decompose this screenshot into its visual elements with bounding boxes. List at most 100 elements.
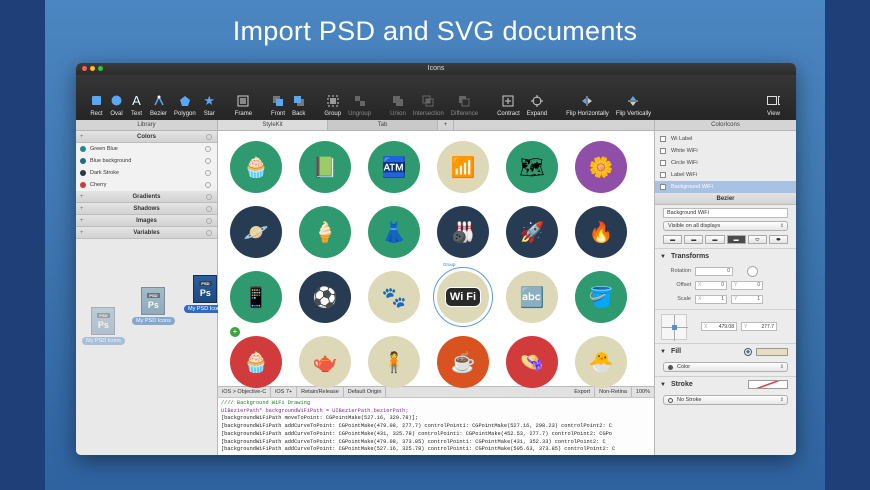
match-icon[interactable]: 🔥 xyxy=(575,206,627,258)
expand-button[interactable]: Expand xyxy=(527,94,547,117)
join-option[interactable]: ⬭ xyxy=(747,235,767,244)
ball-icon[interactable]: ⚽ xyxy=(299,271,351,323)
add-icon[interactable]: + xyxy=(80,194,84,200)
options-icon[interactable] xyxy=(205,158,211,164)
chick-icon[interactable]: 🐣 xyxy=(575,336,627,388)
wifi-label-icon[interactable]: Wi Fi xyxy=(433,267,493,327)
origin-select[interactable]: Default Origin xyxy=(344,387,387,397)
text-tool-button[interactable]: A Text xyxy=(130,93,143,117)
shadows-section-header[interactable]: + Shadows xyxy=(76,203,217,215)
ice-cream-icon[interactable]: 🍦 xyxy=(299,206,351,258)
star-tool-button[interactable]: ★ Star xyxy=(203,93,216,118)
zoom-button[interactable] xyxy=(98,66,103,71)
fill-type-select[interactable]: Color xyxy=(663,362,788,372)
zoom-level[interactable]: 100% xyxy=(632,387,654,397)
layer-item[interactable]: Wi Label xyxy=(655,133,796,145)
map-icon[interactable]: 🗺 xyxy=(506,141,558,193)
hat-icon[interactable]: 👒 xyxy=(506,336,558,388)
bucket-icon[interactable]: 🪣 xyxy=(575,271,627,323)
position-y-field[interactable]: Y 277.7 xyxy=(741,322,777,331)
target-select[interactable]: iOS 7+ xyxy=(271,387,298,397)
intersection-button[interactable]: Intersection xyxy=(413,94,444,117)
dragged-psd-file[interactable]: PSD Ps My PSD Icons xyxy=(82,307,125,345)
kettle-icon[interactable]: 🫖 xyxy=(299,336,351,388)
rocket-icon[interactable]: 🚀 xyxy=(506,206,558,258)
scale-x-field[interactable]: X1 xyxy=(695,294,727,304)
flip-horizontally-button[interactable]: Flip Horizontally xyxy=(566,94,609,117)
add-fill-icon[interactable]: ◆ xyxy=(744,347,752,356)
position-x-field[interactable]: X 479.08 xyxy=(701,322,737,331)
machine-icon[interactable]: 🏧 xyxy=(368,141,420,193)
options-icon[interactable] xyxy=(206,205,212,212)
options-icon[interactable] xyxy=(206,193,212,200)
memory-select[interactable]: Retain/Release xyxy=(297,387,344,397)
minimize-button[interactable] xyxy=(90,66,95,71)
options-icon[interactable] xyxy=(205,182,211,188)
add-icon[interactable]: + xyxy=(80,230,84,236)
color-item[interactable]: Green Blue xyxy=(76,143,217,155)
cap-option[interactable]: ▬ xyxy=(663,235,683,244)
color-well[interactable] xyxy=(756,347,788,356)
cup-icon[interactable]: ☕ xyxy=(437,336,489,388)
color-item[interactable]: Blue background xyxy=(76,155,217,167)
options-icon[interactable] xyxy=(206,133,212,140)
layer-item[interactable]: Label WiFi xyxy=(655,169,796,181)
add-icon[interactable]: + xyxy=(80,218,84,224)
difference-button[interactable]: Difference xyxy=(451,94,478,117)
rotation-field[interactable]: 0 xyxy=(695,266,733,276)
blocks-icon[interactable]: 🔤 xyxy=(506,271,558,323)
hand-flower-icon[interactable]: 🌼 xyxy=(575,141,627,193)
view-button[interactable]: View xyxy=(767,94,780,117)
gradients-section-header[interactable]: + Gradients xyxy=(76,191,217,203)
dragged-psd-file[interactable]: PSD Ps My PSD Icons xyxy=(132,287,175,325)
join-option[interactable]: ▬ xyxy=(726,235,746,244)
add-icon[interactable]: + xyxy=(80,134,84,140)
group-button[interactable]: Group xyxy=(324,94,341,117)
figure-icon[interactable]: 🧍 xyxy=(368,336,420,388)
planet-icon[interactable]: 🪐 xyxy=(230,206,282,258)
layer-item[interactable]: Circle WiFi xyxy=(655,157,796,169)
join-option[interactable]: ⬬ xyxy=(768,235,789,244)
rotation-knob-icon[interactable] xyxy=(747,265,758,277)
color-item[interactable]: Cherry xyxy=(76,179,217,191)
variables-section-header[interactable]: + Variables xyxy=(76,227,217,239)
cupcake-icon[interactable]: 🧁 xyxy=(230,141,282,193)
close-button[interactable] xyxy=(82,66,87,71)
color-item[interactable]: Dark Stroke xyxy=(76,167,217,179)
stroke-well[interactable] xyxy=(748,380,788,389)
tab-coloricons[interactable]: ColorIcons xyxy=(654,120,796,130)
stroke-section[interactable]: ▼ Stroke xyxy=(655,376,796,392)
bezier-tool-button[interactable]: Bezier xyxy=(150,94,167,117)
transforms-section[interactable]: ▼ Transforms xyxy=(655,248,796,264)
retina-select[interactable]: Non-Retina xyxy=(595,387,632,397)
offset-x-field[interactable]: X0 xyxy=(695,280,727,290)
frame-button[interactable]: Frame xyxy=(235,94,252,117)
polygon-tool-button[interactable]: Polygon xyxy=(174,94,196,117)
ungroup-button[interactable]: Ungroup xyxy=(348,94,371,117)
fill-section[interactable]: ▼ Fill ◆ xyxy=(655,343,796,359)
layer-item[interactable]: White WiFi xyxy=(655,145,796,157)
tab-tab[interactable]: Tab xyxy=(328,120,438,130)
contract-button[interactable]: Contract xyxy=(497,94,520,117)
dress-icon[interactable]: 👗 xyxy=(368,206,420,258)
visibility-select[interactable]: Visible on all displays xyxy=(663,221,788,231)
name-field[interactable]: Background WiFi xyxy=(663,208,788,218)
options-icon[interactable] xyxy=(205,146,211,152)
tab-stylekit[interactable]: StyleKit xyxy=(218,120,328,130)
offset-y-field[interactable]: Y0 xyxy=(731,280,763,290)
wifi-icon[interactable]: 📶 xyxy=(437,141,489,193)
stroke-type-select[interactable]: No Stroke xyxy=(663,395,788,405)
images-section-header[interactable]: + Images xyxy=(76,215,217,227)
cupcake-2-icon[interactable]: 🧁 xyxy=(230,336,282,388)
cap-option[interactable]: ▬ xyxy=(684,235,704,244)
export-button[interactable]: Export xyxy=(570,387,596,397)
back-button[interactable]: Back xyxy=(292,94,305,117)
icon-canvas[interactable]: 🧁 📗 🏧 📶 🗺 🌼 🪐 🍦 👗 🎳 🚀 🔥 📱 ⚽ 🐾 Group Wi Fi 🔤 🪣 🧁 🫖 🧍 ☕ 👒 🐣 xyxy=(218,131,654,388)
language-select[interactable]: iOS > Objective-C xyxy=(218,387,272,397)
options-icon[interactable] xyxy=(205,170,211,176)
colors-section-header[interactable]: + Colors xyxy=(76,131,217,143)
code-view[interactable]: //// Background WiFi Drawing UIBezierPath… xyxy=(218,398,654,455)
scale-y-field[interactable]: Y1 xyxy=(731,294,763,304)
layer-item[interactable]: Background WiFi xyxy=(655,181,796,193)
options-icon[interactable] xyxy=(206,229,212,236)
